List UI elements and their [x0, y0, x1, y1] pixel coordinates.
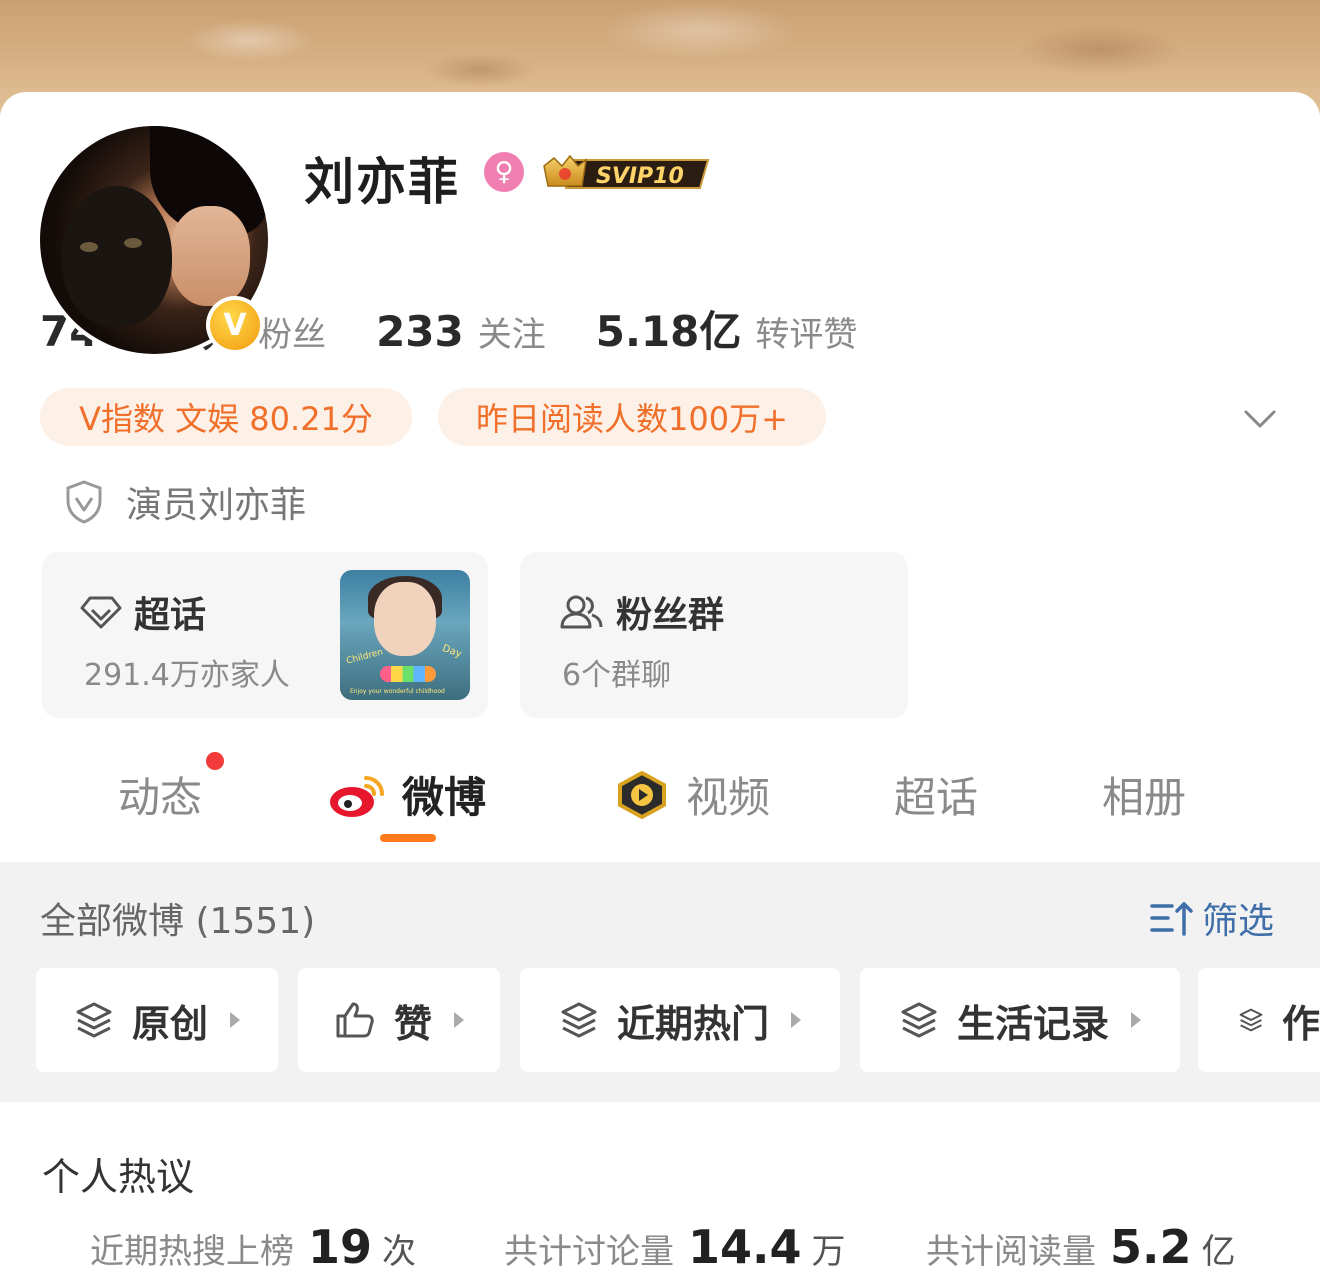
group-icon [560, 595, 603, 629]
layers-icon [1239, 1008, 1263, 1032]
active-tab-indicator [380, 834, 436, 842]
tab-feed[interactable]: 动态 [118, 764, 202, 825]
supertopic-card[interactable]: 超话 291.4万亦家人 Children Day Enjoy your won… [42, 552, 488, 718]
notification-dot [206, 752, 224, 770]
layers-icon [561, 1002, 597, 1038]
verification-row: 演员刘亦菲 [64, 476, 306, 528]
profile-tabs: 动态 微博 视频 超话 相册 [0, 742, 1320, 852]
hot-search-count: 近期热搜上榜 19 次 [90, 1220, 417, 1274]
reads-pill[interactable]: 昨日阅读人数100万+ [438, 388, 826, 446]
fan-group-card[interactable]: 粉丝群 6个群聊 [520, 552, 908, 718]
tab-video[interactable]: 视频 [612, 764, 770, 825]
chip-life-log[interactable]: 生活记录 [860, 968, 1180, 1072]
chip-recent-hot[interactable]: 近期热门 [520, 968, 840, 1072]
tab-supertopic[interactable]: 超话 [894, 764, 978, 825]
verified-badge-icon: V [206, 296, 264, 354]
profile-name: 刘亦菲 [304, 153, 460, 211]
caret-right-icon [1131, 1012, 1141, 1028]
svip-badge[interactable]: SVIP10 [540, 150, 712, 196]
v-index-pill[interactable]: V指数 文娱 80.21分 [40, 388, 412, 446]
personal-hot-discussion: 个人热议 近期热搜上榜 19 次 共计讨论量 14.4 万 共计阅读量 5.2 … [0, 1102, 1320, 1277]
stat-likes[interactable]: 5.18亿 转评赞 [596, 298, 858, 359]
stat-following[interactable]: 233 关注 [376, 307, 546, 356]
filter-button[interactable]: 筛选 [1150, 892, 1274, 944]
chip-original[interactable]: 原创 [36, 968, 278, 1072]
profile-card: V 刘亦菲 ♀ SVIP10 7440.2万 粉丝 233 关注 5.18亿 转… [0, 92, 1320, 862]
chip-liked[interactable]: 赞 [298, 968, 500, 1072]
caret-right-icon [454, 1012, 464, 1028]
shield-icon [66, 480, 102, 524]
tab-weibo[interactable]: 微博 [328, 764, 486, 825]
caret-right-icon [230, 1012, 240, 1028]
diamond-icon [80, 596, 122, 629]
female-icon: ♀ [484, 152, 524, 192]
weibo-icon [330, 775, 384, 817]
feed-filter-bar: 全部微博 (1551) 筛选 原创 赞 近期热门 生活记录 作 [0, 862, 1320, 1102]
chevron-down-icon[interactable] [1240, 398, 1280, 438]
caret-right-icon [791, 1012, 801, 1028]
thumbs-up-icon [336, 1002, 374, 1038]
section-title: 个人热议 [42, 1155, 195, 1199]
tab-album[interactable]: 相册 [1102, 764, 1186, 825]
discussion-count: 共计讨论量 14.4 万 [504, 1220, 846, 1274]
chip-works-partial[interactable]: 作 [1198, 968, 1320, 1072]
all-posts-count: 全部微博 (1551) [40, 901, 316, 942]
filter-icon [1150, 902, 1193, 936]
video-icon [618, 770, 666, 819]
svg-text:SVIP10: SVIP10 [596, 164, 684, 189]
layers-icon [76, 1002, 112, 1038]
read-count: 共计阅读量 5.2 亿 [926, 1220, 1236, 1274]
supertopic-thumbnail: Children Day Enjoy your wonderful childh… [340, 570, 470, 700]
layers-icon [901, 1002, 937, 1038]
